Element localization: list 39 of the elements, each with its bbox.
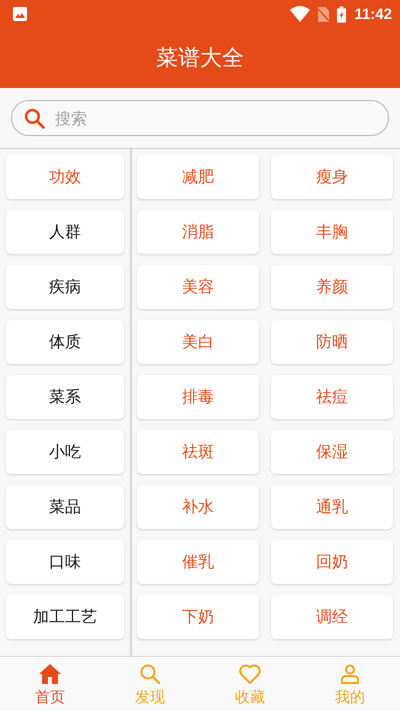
subcategory-item[interactable]: 调经 (271, 595, 393, 639)
subcategory-item[interactable]: 瘦身 (271, 155, 393, 199)
subcategory-item[interactable]: 催乳 (137, 540, 259, 584)
category-item[interactable]: 小吃 (6, 430, 124, 474)
category-item[interactable]: 体质 (6, 320, 124, 364)
subcategory-item[interactable]: 防晒 (271, 320, 393, 364)
app-title: 菜谱大全 (156, 45, 244, 73)
heart-icon (238, 662, 262, 686)
home-icon (38, 662, 62, 686)
image-icon (12, 6, 28, 22)
search-icon (138, 662, 162, 686)
subcategory-item[interactable]: 回奶 (271, 540, 393, 584)
no-sim-icon (318, 6, 330, 22)
category-item[interactable]: 疾病 (6, 265, 124, 309)
subcategory-item[interactable]: 下奶 (137, 595, 259, 639)
subcategory-item[interactable]: 祛斑 (137, 430, 259, 474)
subcategory-item[interactable]: 祛痘 (271, 375, 393, 419)
subcategory-item[interactable]: 养颜 (271, 265, 393, 309)
nav-tab[interactable]: 首页 (0, 657, 100, 711)
subcategory-item[interactable]: 减肥 (137, 155, 259, 199)
category-item[interactable]: 菜品 (6, 485, 124, 529)
subcategory-item[interactable]: 美容 (137, 265, 259, 309)
battery-icon (337, 6, 346, 22)
subcategory-item[interactable]: 通乳 (271, 485, 393, 529)
category-item[interactable]: 加工工艺 (6, 595, 124, 639)
category-item[interactable]: 菜系 (6, 375, 124, 419)
status-time: 11:42 (354, 6, 392, 22)
person-icon (338, 662, 362, 686)
subcategory-item[interactable]: 补水 (137, 485, 259, 529)
search-field[interactable]: 搜索 (11, 100, 389, 136)
wifi-icon (290, 6, 310, 22)
subcategory-item[interactable]: 保湿 (271, 430, 393, 474)
category-item[interactable]: 人群 (6, 210, 124, 254)
subcategory-item[interactable]: 美白 (137, 320, 259, 364)
subcategory-item[interactable]: 排毒 (137, 375, 259, 419)
category-item[interactable]: 功效 (6, 155, 124, 199)
subcategory-item[interactable]: 丰胸 (271, 210, 393, 254)
subcategory-item[interactable]: 消脂 (137, 210, 259, 254)
category-item[interactable]: 口味 (6, 540, 124, 584)
